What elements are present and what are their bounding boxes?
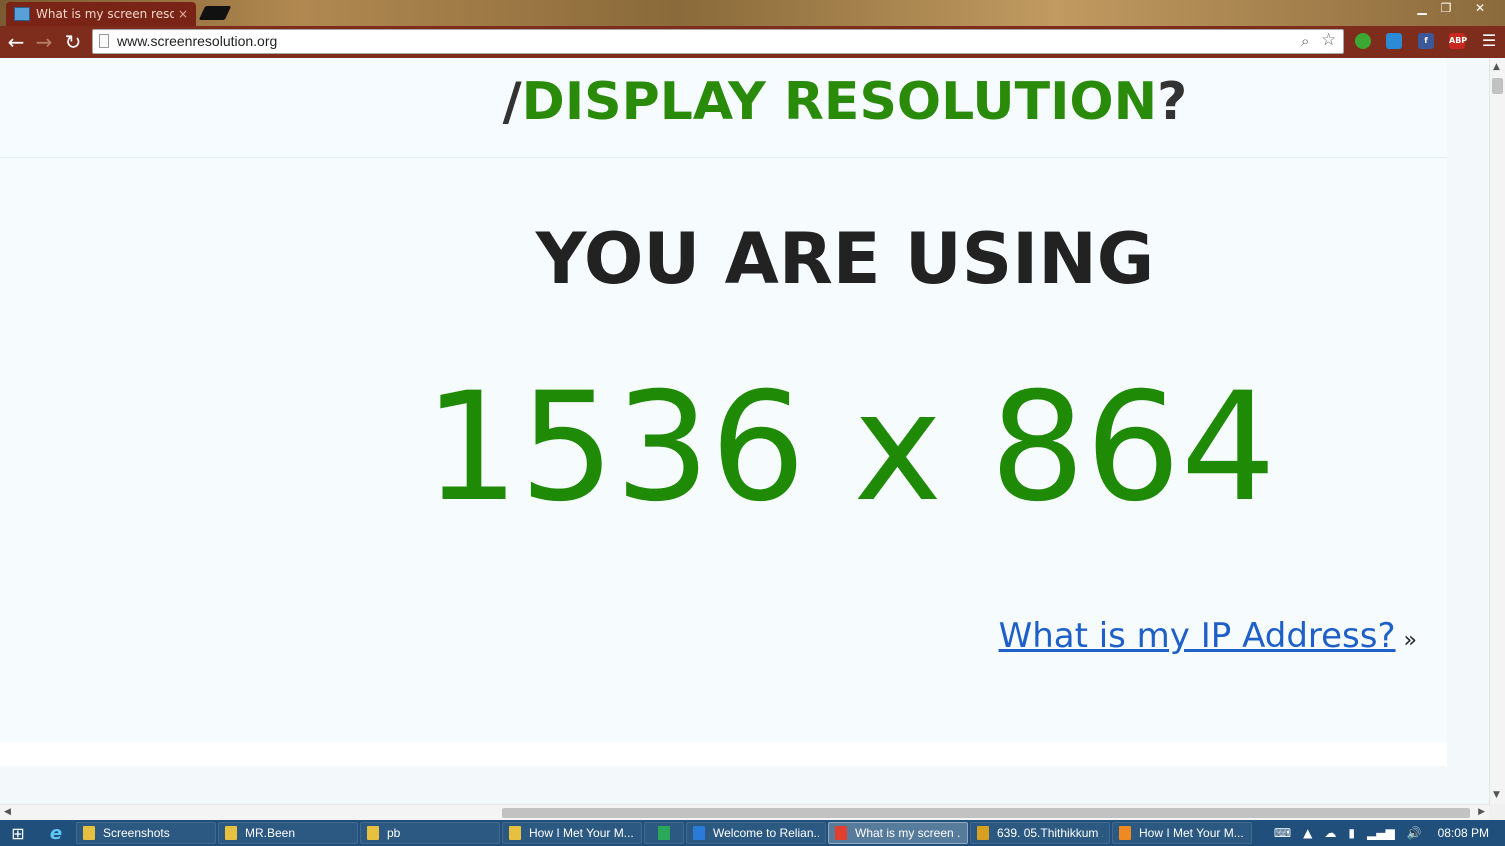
bookmark-star-icon[interactable]: ☆	[1321, 30, 1336, 50]
hamburger-menu-icon[interactable]: ☰	[1481, 33, 1497, 49]
scroll-up-icon[interactable]: ▲	[1493, 62, 1500, 72]
green-shield-icon[interactable]	[1355, 33, 1371, 49]
minimize-icon[interactable]: ▁	[1411, 0, 1433, 18]
back-arrow-icon[interactable]: ←	[4, 30, 28, 54]
taskbar-item-label: What is my screen ...	[855, 826, 961, 840]
app-icon	[835, 826, 847, 840]
forward-arrow-icon[interactable]: →	[32, 30, 56, 54]
taskbar-item-label: MR.Been	[245, 826, 296, 840]
taskbar-item[interactable]: Welcome to Relian...	[686, 822, 826, 844]
browser-tab[interactable]: What is my screen resoluti ×	[6, 2, 196, 26]
you-are-using-label: YOU ARE USING	[535, 218, 1155, 300]
page-header: /DISPLAY RESOLUTION?	[0, 58, 1447, 158]
taskbar-item-label: 639. 05.Thithikkum ...	[997, 826, 1103, 840]
taskbar-item[interactable]: What is my screen ...	[828, 822, 968, 844]
page-heading: /DISPLAY RESOLUTION?	[0, 72, 1489, 132]
tray-expand-icon[interactable]: ▲	[1303, 826, 1312, 840]
app-icon	[83, 826, 95, 840]
footer-strip	[0, 742, 1447, 766]
taskbar-item-label: pb	[387, 826, 401, 840]
keyboard-icon[interactable]: ⌨	[1274, 826, 1291, 840]
taskbar-item-label: How I Met Your M...	[1139, 826, 1244, 840]
tab-title: What is my screen resoluti	[36, 7, 174, 21]
app-icon	[225, 826, 237, 840]
double-arrow-icon: »	[1403, 628, 1417, 653]
app-icon	[509, 826, 521, 840]
windows-start-icon[interactable]: ⊞	[0, 820, 36, 846]
scroll-left-icon[interactable]: ◀	[4, 807, 11, 817]
taskbar-item-label: Screenshots	[103, 826, 170, 840]
ip-address-link-row: What is my IP Address? »	[999, 616, 1417, 656]
vertical-scroll-thumb[interactable]	[1492, 78, 1503, 94]
signal-icon[interactable]: ▂▄▆	[1367, 826, 1395, 840]
ip-address-link[interactable]: What is my IP Address?	[999, 616, 1396, 656]
app-icon	[367, 826, 379, 840]
taskbar-item[interactable]: How I Met Your M...	[1112, 822, 1252, 844]
taskbar-item[interactable]: Screenshots	[76, 822, 216, 844]
heading-question-mark: ?	[1157, 72, 1188, 132]
facebook-icon[interactable]: f	[1418, 33, 1434, 49]
internet-explorer-icon[interactable]: e	[36, 820, 76, 846]
restore-icon[interactable]: ❐	[1435, 0, 1457, 18]
clock[interactable]: 08:08 PM	[1438, 826, 1489, 840]
page-icon	[99, 34, 109, 48]
taskbar-item[interactable]: MR.Been	[218, 822, 358, 844]
close-window-icon[interactable]: ✕	[1469, 0, 1491, 18]
app-icon	[693, 826, 705, 840]
heading-slash: /	[502, 72, 522, 132]
app-icon	[977, 826, 989, 840]
horizontal-scrollbar[interactable]: ◀ ▶	[0, 804, 1489, 820]
taskbar-item-label: Welcome to Relian...	[713, 826, 819, 840]
resolution-value: 1536 x 864	[423, 361, 1277, 535]
address-bar[interactable]: www.screenresolution.org ⌕ ☆	[92, 29, 1344, 54]
url-text[interactable]: www.screenresolution.org	[117, 33, 277, 49]
tab-close-icon[interactable]: ×	[178, 7, 188, 21]
scroll-down-icon[interactable]: ▼	[1493, 790, 1500, 800]
taskbar-item[interactable]: 639. 05.Thithikkum ...	[970, 822, 1110, 844]
taskbar-item[interactable]	[644, 822, 684, 844]
app-icon	[658, 826, 670, 840]
system-tray: ⌨ ▲ ☁ ▮ ▂▄▆ 🔊 08:08 PM	[1268, 820, 1505, 846]
reload-icon[interactable]: ↻	[61, 30, 85, 54]
monitor-icon	[14, 7, 30, 21]
scrollbar-corner	[1489, 804, 1505, 820]
taskbar-item-label: How I Met Your M...	[529, 826, 634, 840]
taskbar-items: Screenshots MR.Been pb How I Met Your M... W…	[76, 822, 1254, 844]
scroll-right-icon[interactable]: ▶	[1478, 807, 1485, 817]
cast-extension-icon[interactable]	[1386, 33, 1402, 49]
vertical-scrollbar[interactable]: ▲ ▼	[1489, 58, 1505, 804]
adblock-icon[interactable]: ABP	[1449, 33, 1467, 49]
volume-icon[interactable]: 🔊	[1407, 826, 1422, 840]
new-tab-button[interactable]	[198, 6, 232, 20]
power-icon[interactable]: ▮	[1348, 826, 1355, 840]
page-viewport: /DISPLAY RESOLUTION? YOU ARE USING 1536 …	[0, 58, 1489, 804]
taskbar-item[interactable]: How I Met Your M...	[502, 822, 642, 844]
cloud-icon[interactable]: ☁	[1324, 826, 1336, 840]
app-icon	[1119, 826, 1131, 840]
horizontal-scroll-thumb[interactable]	[502, 808, 1470, 818]
heading-display-resolution: DISPLAY RESOLUTION	[521, 72, 1158, 132]
zoom-icon[interactable]: ⌕	[1301, 32, 1309, 50]
window-title-bar: What is my screen resoluti × ▁ ❐ ✕	[0, 0, 1505, 26]
taskbar-item[interactable]: pb	[360, 822, 500, 844]
